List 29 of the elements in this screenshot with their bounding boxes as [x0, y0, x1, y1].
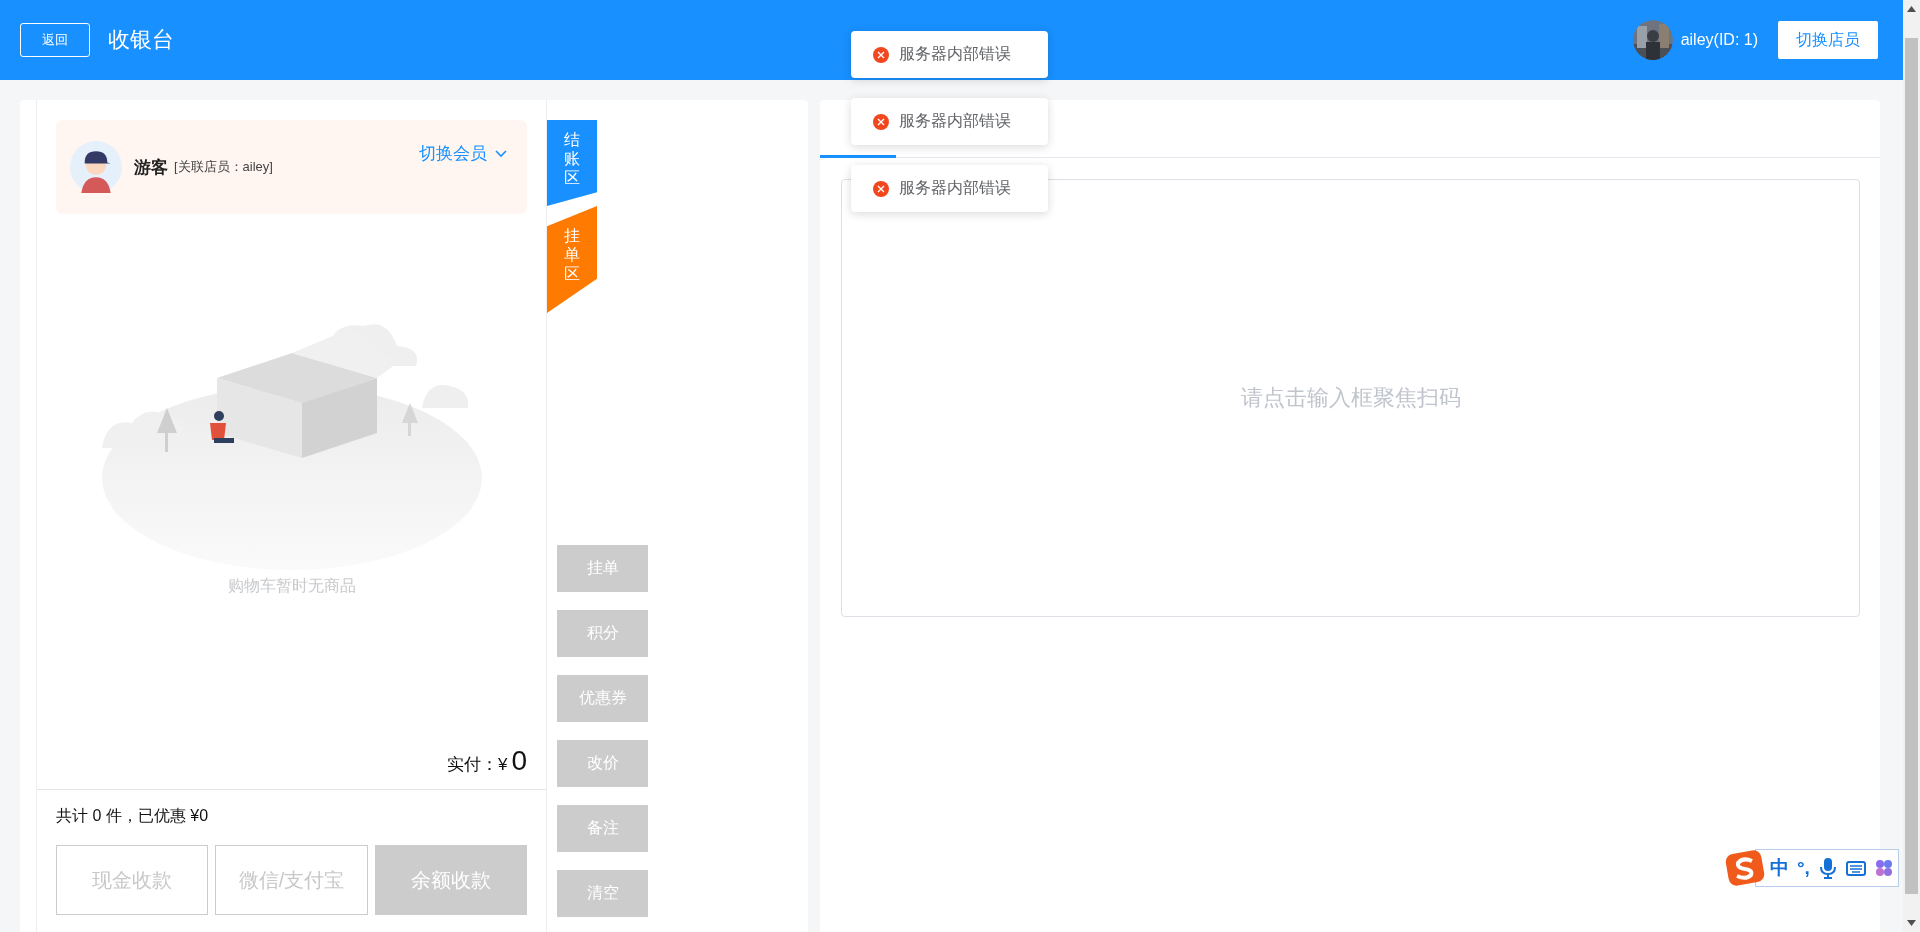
punctuation-toggle[interactable]: °, — [1797, 857, 1810, 879]
cart-summary: 共计 0 件，已优惠 ¥0 — [56, 806, 209, 826]
error-message: 服务器内部错误 — [899, 44, 1011, 64]
avatar-icon — [70, 141, 122, 193]
scan-prompt: 请点击输入框聚焦扫码 — [1240, 384, 1461, 412]
paid-amount: 0 — [511, 745, 527, 777]
scroll-down-icon[interactable] — [1907, 920, 1916, 926]
error-message: 服务器内部错误 — [899, 178, 1011, 198]
grid-icon[interactable] — [1873, 857, 1894, 879]
back-button[interactable]: 返回 — [20, 23, 90, 57]
error-message: 服务器内部错误 — [899, 111, 1011, 131]
error-icon — [873, 180, 889, 197]
scrollbar[interactable] — [1903, 0, 1920, 932]
member-name: 游客 — [134, 156, 168, 179]
microphone-icon[interactable] — [1817, 857, 1838, 879]
page-title: 收银台 — [108, 26, 174, 54]
currency-sign: ¥ — [497, 755, 508, 775]
scroll-up-icon[interactable] — [1907, 6, 1916, 12]
side-tab[interactable]: 结账区 — [547, 120, 597, 206]
error-icon — [873, 113, 889, 130]
switch-member-button[interactable]: 切换会员 — [419, 142, 507, 165]
error-icon — [873, 46, 889, 63]
switch-staff-button[interactable]: 切换店员 — [1778, 21, 1878, 59]
side-tab[interactable]: 挂单区 — [547, 206, 597, 313]
chevron-down-icon — [495, 149, 507, 158]
input-mode-toggle[interactable]: 中 — [1770, 855, 1789, 881]
user-name: ailey(ID: 1) — [1680, 31, 1758, 49]
linked-staff: [关联店员：ailey] — [174, 158, 273, 176]
paid-label: 实付： — [446, 754, 498, 776]
